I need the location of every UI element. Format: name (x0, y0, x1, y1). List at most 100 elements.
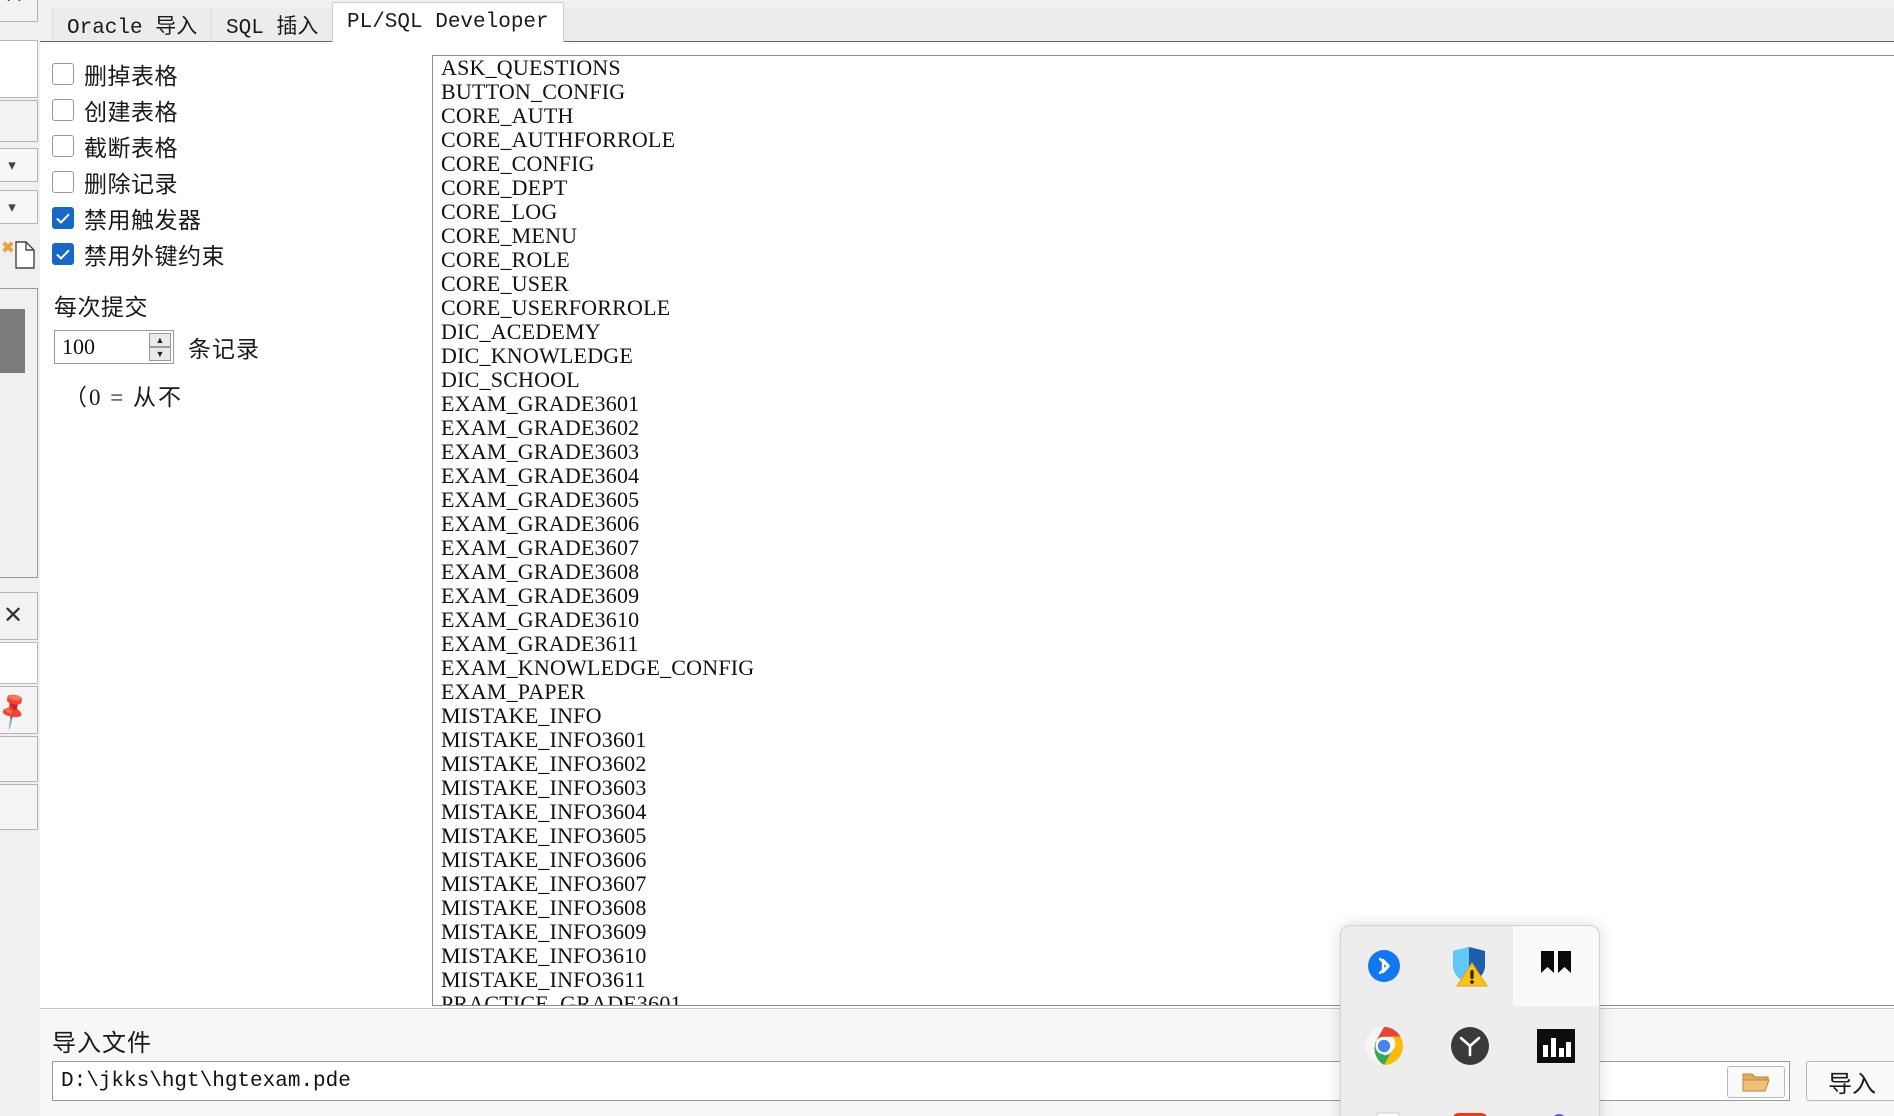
bg-scrollbar[interactable] (0, 288, 38, 578)
table-list-item[interactable]: EXAM_GRADE3611 (433, 632, 1894, 656)
tab-sql-insert[interactable]: SQL 插入 (211, 8, 334, 42)
system-tray-flyout[interactable] (1340, 925, 1600, 1116)
checkbox-drop-tables[interactable] (52, 63, 74, 85)
stepper-buttons[interactable]: ▲ ▼ (149, 333, 171, 361)
tab-label: Oracle 导入 (67, 17, 198, 40)
bg-scrollbar-thumb[interactable] (0, 309, 25, 373)
chrome-icon (1365, 1027, 1403, 1065)
commit-count-stepper[interactable]: ▲ ▼ (54, 330, 174, 364)
option-label: 创建表格 (84, 100, 178, 125)
windows-security-warning-icon (1453, 947, 1488, 987)
table-list-item[interactable]: MISTAKE_INFO (433, 704, 1894, 728)
checkbox-disable-foreign-keys[interactable] (52, 243, 74, 265)
close-icon: ✕ (2, 602, 24, 629)
tray-item-orange-media-app[interactable] (1427, 1086, 1513, 1116)
table-list-item[interactable]: MISTAKE_INFO3605 (433, 824, 1894, 848)
table-list-item[interactable]: PRACTICE_GRADE3601 (433, 992, 1894, 1006)
option-disable-triggers[interactable]: 禁用触发器 (52, 200, 382, 236)
bg-dropdown-2[interactable]: ▾ (0, 190, 38, 224)
import-file-label: 导入文件 (52, 1031, 152, 1057)
bg-text-field-1[interactable] (0, 40, 38, 98)
option-label: 删掉表格 (84, 64, 178, 89)
table-list-item[interactable]: MISTAKE_INFO3611 (433, 968, 1894, 992)
tray-item-purple-dots-app[interactable] (1513, 1086, 1599, 1116)
purple-dots-app-icon (1554, 1114, 1564, 1116)
table-list-item[interactable]: MISTAKE_INFO3601 (433, 728, 1894, 752)
options-panel: 删掉表格 创建表格 截断表格 删除记录 禁用触发器 禁用外键约束 每次提交 10… (52, 56, 382, 412)
table-list-item[interactable]: EXAM_GRADE3606 (433, 512, 1894, 536)
table-list-item[interactable]: CORE_USERFORROLE (433, 296, 1894, 320)
table-list-item[interactable]: EXAM_GRADE3607 (433, 536, 1894, 560)
import-button[interactable]: 导入 (1806, 1061, 1894, 1101)
table-list-item[interactable]: EXAM_KNOWLEDGE_CONFIG (433, 656, 1894, 680)
table-list-item[interactable]: DIC_KNOWLEDGE (433, 344, 1894, 368)
bg-close-button-2[interactable]: ✕ (0, 592, 38, 640)
table-list-item[interactable]: EXAM_GRADE3610 (433, 608, 1894, 632)
tab-oracle-import[interactable]: Oracle 导入 (52, 8, 213, 42)
table-list-item[interactable]: MISTAKE_INFO3606 (433, 848, 1894, 872)
table-list-item[interactable]: MISTAKE_INFO3609 (433, 920, 1894, 944)
table-list-item[interactable]: CORE_AUTHFORROLE (433, 128, 1894, 152)
table-list-item[interactable]: DIC_SCHOOL (433, 368, 1894, 392)
table-list-item[interactable]: CORE_DEPT (433, 176, 1894, 200)
checkbox-create-tables[interactable] (52, 99, 74, 121)
browse-file-button[interactable] (1727, 1066, 1785, 1098)
table-list-item[interactable]: MISTAKE_INFO3602 (433, 752, 1894, 776)
table-list-item[interactable]: MISTAKE_INFO3608 (433, 896, 1894, 920)
tray-item-chrome[interactable] (1341, 1006, 1427, 1086)
table-list-item[interactable]: CORE_USER (433, 272, 1894, 296)
tray-item-bar-chart-app[interactable] (1513, 1006, 1599, 1086)
table-list-item[interactable]: CORE_MENU (433, 224, 1894, 248)
option-label: 禁用外键约束 (84, 244, 225, 269)
option-create-tables[interactable]: 创建表格 (52, 92, 382, 128)
table-list-item[interactable]: BUTTON_CONFIG (433, 80, 1894, 104)
table-list-item[interactable]: MISTAKE_INFO3604 (433, 800, 1894, 824)
option-delete-records[interactable]: 删除记录 (52, 164, 382, 200)
table-list-item[interactable]: MISTAKE_INFO3607 (433, 872, 1894, 896)
bg-dropdown-1[interactable]: ▾ (0, 148, 38, 182)
option-disable-foreign-keys[interactable]: 禁用外键约束 (52, 236, 382, 272)
bg-button-2[interactable] (0, 736, 38, 782)
tab-plsql-developer[interactable]: PL/SQL Developer (332, 2, 564, 42)
table-list-item[interactable]: ASK_QUESTIONS (433, 56, 1894, 80)
table-list-item[interactable]: EXAM_GRADE3609 (433, 584, 1894, 608)
dark-circle-app-icon (1451, 1027, 1489, 1065)
table-list-item[interactable]: CORE_LOG (433, 200, 1894, 224)
table-list-item[interactable]: MISTAKE_INFO3610 (433, 944, 1894, 968)
table-list-item[interactable]: CORE_CONFIG (433, 152, 1894, 176)
new-document-icon[interactable] (2, 238, 38, 275)
table-list-item[interactable]: CORE_ROLE (433, 248, 1894, 272)
bg-close-button-1[interactable]: ✕ (0, 0, 38, 22)
bookmark-icon (1541, 951, 1571, 973)
table-list-item[interactable]: DIC_ACEDEMY (433, 320, 1894, 344)
stepper-up-button[interactable]: ▲ (149, 333, 171, 347)
table-list-item[interactable]: EXAM_GRADE3601 (433, 392, 1894, 416)
table-list[interactable]: ASK_QUESTIONS BUTTON_CONFIG CORE_AUTH CORE_… (432, 55, 1894, 1006)
tray-item-copy-app[interactable] (1341, 1086, 1427, 1116)
table-list-item[interactable]: CORE_AUTH (433, 104, 1894, 128)
table-list-item[interactable]: EXAM_GRADE3602 (433, 416, 1894, 440)
tray-item-dark-circle-app[interactable] (1427, 1006, 1513, 1086)
commit-count-input[interactable] (55, 331, 150, 363)
table-list-item[interactable]: EXAM_GRADE3603 (433, 440, 1894, 464)
table-list-item[interactable]: EXAM_GRADE3604 (433, 464, 1894, 488)
option-drop-tables[interactable]: 删掉表格 (52, 56, 382, 92)
bg-button-1[interactable] (0, 100, 38, 142)
table-list-item[interactable]: EXAM_GRADE3605 (433, 488, 1894, 512)
bg-button-3[interactable] (0, 784, 38, 830)
tray-item-bluetooth[interactable] (1341, 926, 1427, 1006)
bg-pin-button[interactable]: 📌 (0, 686, 38, 734)
screen: ✕ ▾ ▾ ✕ 📌 (0, 0, 1894, 1116)
tray-item-windows-security[interactable] (1427, 926, 1513, 1006)
option-truncate-tables[interactable]: 截断表格 (52, 128, 382, 164)
stepper-down-button[interactable]: ▼ (149, 347, 171, 361)
checkbox-truncate-tables[interactable] (52, 135, 74, 157)
import-button-label: 导入 (1828, 1071, 1876, 1098)
table-list-item[interactable]: EXAM_GRADE3608 (433, 560, 1894, 584)
table-list-item[interactable]: EXAM_PAPER (433, 680, 1894, 704)
table-list-item[interactable]: MISTAKE_INFO3603 (433, 776, 1894, 800)
checkbox-delete-records[interactable] (52, 171, 74, 193)
checkbox-disable-triggers[interactable] (52, 207, 74, 229)
tray-item-bookmark[interactable] (1513, 926, 1599, 1006)
bg-text-field-2[interactable] (0, 642, 38, 684)
